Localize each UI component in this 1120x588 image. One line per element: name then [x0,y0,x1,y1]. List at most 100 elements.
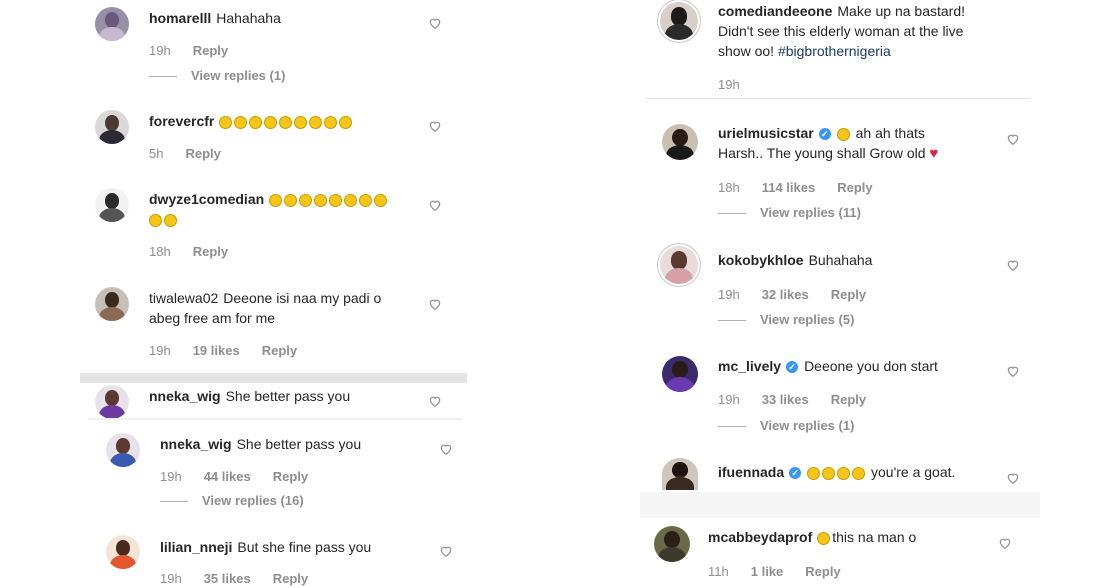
view-replies-button[interactable]: View replies (11) [718,205,861,220]
laughing-emoji-icon [374,193,388,207]
heart-outline-icon[interactable] [1006,471,1020,485]
username[interactable]: ifuennada [718,464,784,480]
avatar[interactable] [106,535,140,569]
laughing-emoji-icon [314,193,328,207]
view-replies-button[interactable]: View replies (1) [718,418,854,433]
heart-outline-icon[interactable] [428,297,442,311]
avatar[interactable] [654,526,690,562]
heart-outline-icon[interactable] [1006,258,1020,272]
likes-count[interactable]: 19 likes [193,343,240,358]
divider-line [718,213,746,215]
comment-text: But she fine pass you [237,539,372,555]
avatar[interactable] [95,7,129,41]
emoji-row [269,191,389,207]
laughing-emoji-icon [294,115,308,129]
laughing-emoji-icon [807,466,821,480]
reply-button[interactable]: Reply [837,180,872,195]
heart-outline-icon[interactable] [439,544,453,558]
avatar[interactable] [660,246,698,284]
username[interactable]: homarelll [149,10,211,26]
laughing-emoji-icon [344,193,358,207]
username[interactable]: nneka_wig [149,388,221,404]
comment-text: this na man o [832,529,917,545]
laughing-emoji-icon [299,193,313,207]
hashtag-link[interactable]: #bigbrothernigeria [778,43,891,59]
likes-count[interactable]: 1 like [751,564,784,579]
screenshot-seam [640,492,1040,518]
heart-outline-icon[interactable] [1006,132,1020,146]
laughing-emoji-icon [324,115,338,129]
timestamp: 18h [718,180,740,195]
avatar[interactable] [95,287,129,321]
likes-count[interactable]: 33 likes [762,392,809,407]
timestamp: 18h [149,244,171,259]
avatar[interactable] [662,124,698,160]
laughing-emoji-icon [249,115,263,129]
reply-button[interactable]: Reply [185,146,220,161]
view-replies-button[interactable]: View replies (5) [718,312,854,327]
comment-text-line2: abeg free am for me [149,310,276,326]
username[interactable]: forevercfr [149,113,214,129]
heart-outline-icon[interactable] [428,394,442,408]
username[interactable]: mc_lively [718,358,781,374]
username[interactable]: kokobykhloe [718,252,804,268]
reply-button[interactable]: Reply [831,287,866,302]
comment-text: ah ah thats [855,125,925,141]
username[interactable]: nneka_wig [160,436,232,452]
avatar[interactable] [662,356,698,392]
verified-badge-icon: ✓ [789,467,802,480]
username[interactable]: urielmusicstar [718,125,814,141]
timestamp: 19h [718,287,740,302]
avatar[interactable] [106,433,140,467]
laughing-emoji-icon [264,115,278,129]
avatar[interactable] [95,110,129,144]
likes-count[interactable]: 44 likes [204,469,251,484]
likes-count[interactable]: 35 likes [204,571,251,586]
reply-button[interactable]: Reply [262,343,297,358]
reply-button[interactable]: Reply [193,43,228,58]
timestamp: 19h [149,343,171,358]
reply-button[interactable]: Reply [831,392,866,407]
heart-outline-icon[interactable] [998,536,1012,550]
username[interactable]: lilian_nneji [160,539,232,555]
view-replies-button[interactable]: View replies (1) [149,68,285,83]
screenshot-seam [88,418,463,420]
avatar[interactable] [95,385,129,419]
username[interactable]: tiwalewa02 [149,290,218,306]
heart-outline-icon[interactable] [428,198,442,212]
heart-outline-icon[interactable] [1006,364,1020,378]
view-replies-label: View replies (1) [191,68,286,83]
reply-button[interactable]: Reply [273,469,308,484]
comment-text: She better pass you [236,436,362,452]
reply-button[interactable]: Reply [273,571,308,586]
laughing-emoji-icon [852,466,866,480]
view-replies-button[interactable]: View replies (16) [160,493,304,508]
likes-count[interactable]: 32 likes [762,287,809,302]
laughing-emoji-icon [817,531,831,545]
comment-text-line2: Harsh.. The young shall Grow old [718,145,926,161]
comment-text-line2: Didn't see this elderly woman at the liv… [718,23,964,39]
username[interactable]: mcabbeydaprof [708,529,812,545]
avatar[interactable] [662,458,698,490]
heart-outline-icon[interactable] [439,442,453,456]
reply-button[interactable]: Reply [193,244,228,259]
laughing-emoji-icon [359,193,373,207]
verified-badge-icon: ✓ [786,361,799,374]
likes-count[interactable]: 114 likes [762,180,816,195]
divider-line [160,501,188,503]
username[interactable]: dwyze1comedian [149,191,264,207]
laughing-emoji-icon [837,466,851,480]
divider-line [718,426,746,428]
heart-outline-icon[interactable] [428,119,442,133]
comment-text: Buhahaha [808,252,873,268]
username[interactable]: comediandeeone [718,3,832,19]
avatar[interactable] [660,2,698,40]
view-replies-label: View replies (1) [760,418,855,433]
timestamp: 19h [160,469,182,484]
emoji-row [807,464,867,480]
heart-outline-icon[interactable] [428,16,442,30]
avatar[interactable] [95,188,129,222]
divider [645,98,1030,99]
reply-button[interactable]: Reply [805,564,840,579]
laughing-emoji-icon [284,193,298,207]
